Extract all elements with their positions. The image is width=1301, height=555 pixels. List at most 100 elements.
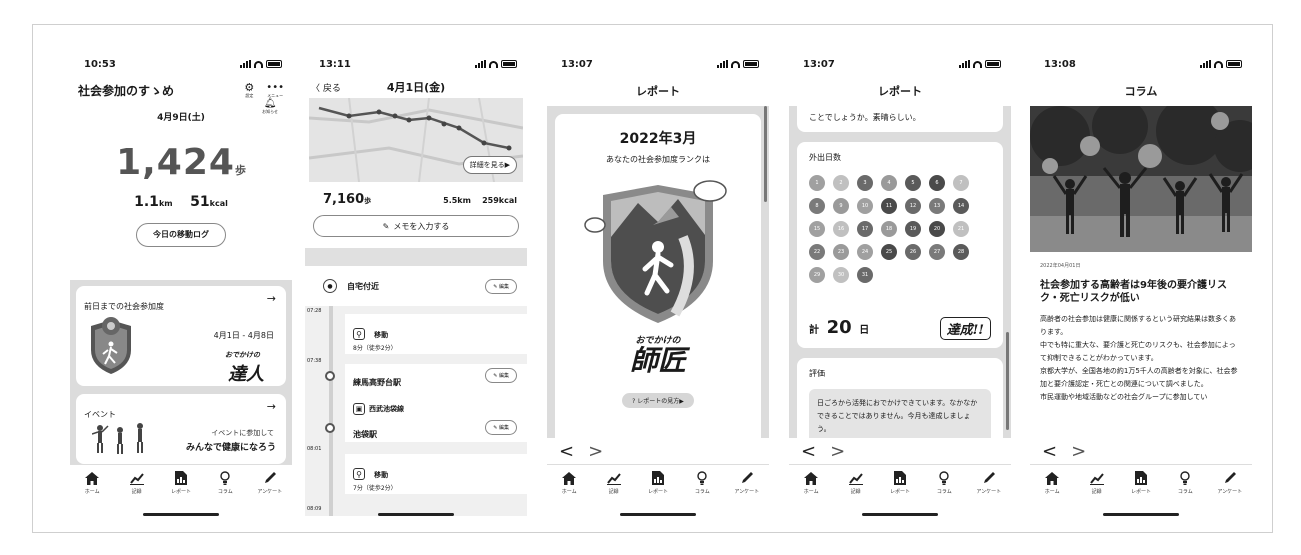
move-item-2[interactable]: ⚲ 移動 7分（徒歩2分） — [345, 454, 527, 494]
tab-report[interactable]: レポート — [1121, 471, 1161, 495]
tab-column[interactable]: コラム — [682, 471, 722, 495]
day-circle: 26 — [905, 244, 921, 260]
spacer — [305, 248, 527, 266]
outing-days-card: 外出日数 1 2 3 4 5 6 7 8 9 10 11 12 13 14 15 16 17 18 19 20 21 22… — [797, 142, 1003, 348]
status-time: 13:11 — [319, 58, 351, 70]
tab-record[interactable]: 記録 — [836, 471, 876, 495]
report-icon — [893, 471, 907, 485]
next-button[interactable]: > — [830, 441, 845, 462]
tab-home[interactable]: ホーム — [72, 471, 112, 495]
notification-button[interactable]: 🔔︎ お知らせ — [262, 98, 278, 115]
tab-record[interactable]: 記録 — [1077, 471, 1117, 495]
day-circle: 12 — [905, 198, 921, 214]
scrollbar[interactable] — [1006, 332, 1009, 430]
today-log-button[interactable]: 今日の移動ログ — [136, 222, 226, 247]
day-circle: 21 — [953, 221, 969, 237]
scrollbar[interactable] — [764, 106, 767, 202]
article-body: 高齢者の社会参加は健康に関係するという研究結果は数多くあります。 中でも特に重大… — [1040, 315, 1238, 401]
days-label: 外出日数 — [809, 153, 841, 162]
tab-survey[interactable]: アンケート — [250, 471, 290, 495]
participation-title: 前日までの社会参加度 — [84, 302, 164, 311]
tab-home[interactable]: ホーム — [1032, 471, 1072, 495]
day-circle: 10 — [857, 198, 873, 214]
day-circle: 27 — [929, 244, 945, 260]
settings-button[interactable]: ⚙ 設定 — [244, 82, 254, 99]
gear-icon: ⚙ — [244, 80, 255, 94]
day-circle: 8 — [809, 198, 825, 214]
tab-column[interactable]: コラム — [1165, 471, 1205, 495]
chart-icon — [129, 471, 144, 485]
home-icon — [562, 471, 577, 485]
day-circle: 1 — [809, 175, 825, 191]
event-card[interactable]: イベント → イベントに参加して みんなで健康になろう — [76, 394, 286, 464]
map-detail-button[interactable]: 詳細を見る▶ — [462, 156, 517, 174]
tab-record[interactable]: 記録 — [117, 471, 157, 495]
report-header: レポート — [547, 76, 769, 106]
tab-survey[interactable]: アンケート — [1210, 471, 1250, 495]
log-title: 4月1日(金) — [386, 81, 446, 94]
bulb-icon — [937, 471, 951, 485]
station-dot — [325, 371, 335, 381]
tab-report[interactable]: レポート — [638, 471, 678, 495]
status-icons — [1200, 60, 1242, 68]
tab-survey[interactable]: アンケート — [727, 471, 767, 495]
day-circle: 9 — [833, 198, 849, 214]
tab-record[interactable]: 記録 — [594, 471, 634, 495]
edit-button[interactable]: ✎ 編集 — [485, 368, 517, 383]
tab-bar: ホーム 記録 レポート コラム アンケート — [70, 464, 292, 506]
tab-survey[interactable]: アンケート — [969, 471, 1009, 495]
status-icons — [959, 60, 1001, 68]
tab-home[interactable]: ホーム — [791, 471, 831, 495]
menu-button[interactable]: ••• メニュー — [266, 82, 284, 99]
timeline-home: ● 自宅付近 ✎ 編集 — [305, 266, 527, 306]
prev-button[interactable]: < — [801, 441, 816, 462]
station-dot — [325, 423, 335, 433]
pencil-icon — [982, 471, 996, 485]
report-area: ことでしょうか。素晴らしい。 外出日数 1 2 3 4 5 6 7 8 9 10 11 12 13 14 1… — [789, 106, 1011, 478]
route-map[interactable]: 詳細を見る▶ — [309, 98, 523, 182]
tab-report[interactable]: レポート — [880, 471, 920, 495]
next-button[interactable]: > — [588, 441, 603, 462]
prev-button[interactable]: < — [1042, 441, 1057, 462]
pencil-icon — [1223, 471, 1237, 485]
rank-label: 師匠 — [629, 344, 686, 377]
participation-card[interactable]: 前日までの社会参加度 → 4月1日 - 4月8日 おでかけの 達人 — [76, 286, 286, 386]
day-circle: 19 — [905, 221, 921, 237]
tab-column[interactable]: コラム — [924, 471, 964, 495]
page-nav: < > — [1030, 438, 1252, 464]
report-icon — [174, 471, 188, 485]
report-guide-button[interactable]: ? レポートの見方▶ — [622, 393, 694, 408]
status-bar: 10:53 — [70, 52, 292, 76]
next-button[interactable]: > — [1071, 441, 1086, 462]
tab-home[interactable]: ホーム — [549, 471, 589, 495]
day-circle: 23 — [833, 244, 849, 260]
day-circle: 20 — [929, 221, 945, 237]
status-time: 13:07 — [803, 58, 835, 70]
report-header: レポート — [789, 76, 1011, 106]
tab-column[interactable]: コラム — [205, 471, 245, 495]
day-circle: 30 — [833, 267, 849, 283]
memo-button[interactable]: ✎ メモを入力する — [313, 215, 519, 237]
edit-button[interactable]: ✎ 編集 — [485, 278, 517, 294]
tab-bar: ホーム 記録 レポート コラム アンケート — [789, 464, 1011, 506]
bulb-icon — [695, 471, 709, 485]
edit-button[interactable]: ✎ 編集 — [485, 420, 517, 435]
home-screen: 10:53 社会参加のすゝめ ⚙ 設定 ••• メニュー 4月9日(土) 🔔︎ お知ら… — [70, 52, 292, 520]
move-item-1[interactable]: ⚲ 移動 8分（徒歩2分） — [345, 314, 527, 354]
walk-icon: ⚲ — [353, 328, 365, 340]
column-screen: 13:08 コラム 2022年04月01日 社会参加する高齢者は9年後の要介護リ… — [1030, 52, 1252, 520]
prev-button[interactable]: < — [559, 441, 574, 462]
log-summary: 7,160歩 5.5km 259kcal — [323, 192, 517, 207]
status-bar: 13:08 — [1030, 52, 1252, 76]
day-circle: 14 — [953, 198, 969, 214]
evaluation-label: 評価 — [809, 369, 825, 378]
tab-bar: ホーム 記録 レポート コラム アンケート — [1030, 464, 1252, 506]
tab-report[interactable]: レポート — [161, 471, 201, 495]
report-icon — [1134, 471, 1148, 485]
back-button[interactable]: 〈 戻る — [311, 81, 341, 94]
chart-icon — [606, 471, 621, 485]
train-icon: ▣ — [353, 403, 365, 415]
walk-icon: ⚲ — [353, 468, 365, 480]
bulb-icon — [218, 471, 232, 485]
day-circle: 4 — [881, 175, 897, 191]
